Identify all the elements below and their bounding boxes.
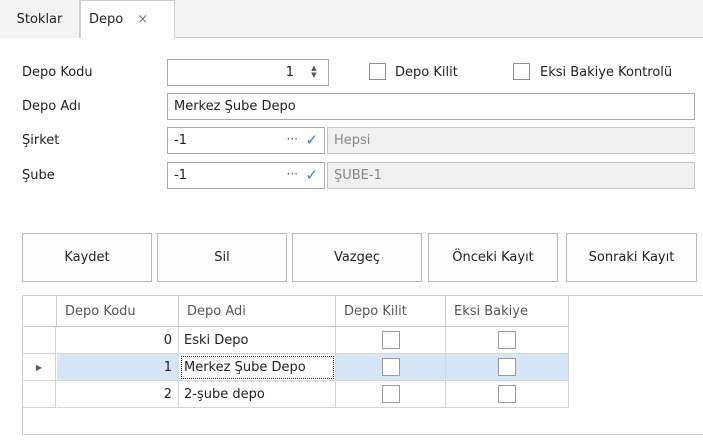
- sirket-lookup[interactable]: -1 ··· ✓: [167, 127, 325, 154]
- column-header-depo-kilit[interactable]: Depo Kilit: [336, 296, 446, 327]
- eksi-bakiye-checkbox[interactable]: [498, 331, 516, 349]
- check-icon[interactable]: ✓: [305, 166, 318, 184]
- tab-depo-label: Depo: [89, 12, 124, 27]
- depo-kilit-checkbox[interactable]: [381, 385, 400, 403]
- sil-button[interactable]: Sil: [157, 233, 287, 282]
- tab-stoklar-label: Stoklar: [16, 11, 63, 27]
- table-cell-eksi-bakiye[interactable]: [446, 354, 569, 381]
- table-cell-depo-kodu[interactable]: 1: [57, 354, 179, 381]
- depo-kilit-checkbox[interactable]: [369, 63, 386, 80]
- tab-depo[interactable]: Depo ×: [80, 0, 175, 39]
- kaydet-button[interactable]: Kaydet: [22, 233, 152, 282]
- table-cell-depo-kilit[interactable]: [336, 327, 446, 354]
- grid-corner: [23, 296, 57, 327]
- onceki-kayit-button[interactable]: Önceki Kayıt: [428, 233, 558, 282]
- table-cell-depo-adi[interactable]: 2-şube depo: [179, 381, 336, 408]
- depo-kilit-label: Depo Kilit: [395, 65, 458, 80]
- sirket-name-field: Hepsi: [327, 127, 695, 154]
- spin-arrows-icon[interactable]: ▲ ▼: [310, 65, 318, 79]
- depo-adi-label: Depo Adı: [22, 99, 81, 114]
- depo-kilit-checkbox[interactable]: [381, 358, 400, 376]
- sube-lookup[interactable]: -1 ··· ✓: [167, 162, 325, 189]
- row-indicator-current[interactable]: ▶: [23, 354, 56, 381]
- sube-value: -1: [174, 168, 187, 183]
- table-cell-depo-adi[interactable]: Merkez Şube Depo: [179, 354, 336, 381]
- table-cell-depo-kilit[interactable]: [336, 354, 446, 381]
- close-icon[interactable]: ×: [137, 12, 148, 27]
- depo-kodu-value: 1: [285, 65, 294, 80]
- table-cell-depo-kilit[interactable]: [336, 381, 446, 408]
- eksi-bakiye-label: Eksi Bakiye Kontrolü: [540, 65, 673, 80]
- eksi-bakiye-checkbox[interactable]: [498, 385, 516, 403]
- tab-bar: Stoklar Depo ×: [0, 0, 703, 39]
- table-cell-eksi-bakiye[interactable]: [446, 381, 569, 408]
- depo-grid: Depo Kodu Depo Adi Depo Kilit Eksi Bakiy…: [22, 295, 703, 435]
- row-pointer-icon: ▶: [35, 362, 43, 372]
- column-header-eksi-bakiye[interactable]: Eksi Bakiye: [446, 296, 569, 327]
- eksi-bakiye-checkbox[interactable]: [513, 63, 530, 80]
- sirket-label: Şirket: [22, 133, 60, 148]
- sonraki-kayit-button[interactable]: Sonraki Kayıt: [566, 233, 697, 282]
- row-indicator[interactable]: [23, 327, 56, 354]
- eksi-bakiye-checkbox[interactable]: [498, 358, 516, 376]
- vazgec-button[interactable]: Vazgeç: [292, 233, 422, 282]
- ellipsis-icon[interactable]: ···: [287, 132, 298, 146]
- check-icon[interactable]: ✓: [305, 131, 318, 149]
- sirket-value: -1: [174, 133, 187, 148]
- table-cell-depo-kodu[interactable]: 0: [57, 327, 179, 354]
- column-header-depo-kodu[interactable]: Depo Kodu: [57, 296, 179, 327]
- table-cell-depo-kodu[interactable]: 2: [57, 381, 179, 408]
- depo-kodu-spinner[interactable]: 1 ▲ ▼: [167, 59, 329, 86]
- table-cell-eksi-bakiye[interactable]: [446, 327, 569, 354]
- column-header-depo-adi[interactable]: Depo Adi: [179, 296, 336, 327]
- table-cell-depo-adi[interactable]: Eski Depo: [179, 327, 336, 354]
- row-indicator[interactable]: [23, 381, 56, 408]
- depo-kilit-checkbox[interactable]: [381, 331, 400, 349]
- ellipsis-icon[interactable]: ···: [287, 167, 298, 181]
- depo-adi-input[interactable]: Merkez Şube Depo: [167, 93, 695, 120]
- depo-adi-value: Merkez Şube Depo: [174, 99, 296, 114]
- sube-name-field: ŞUBE-1: [327, 162, 695, 189]
- sube-name: ŞUBE-1: [334, 168, 382, 183]
- sube-label: Şube: [22, 168, 55, 183]
- tab-stoklar[interactable]: Stoklar: [0, 0, 80, 38]
- depo-kodu-label: Depo Kodu: [22, 65, 93, 80]
- sirket-name: Hepsi: [334, 133, 371, 148]
